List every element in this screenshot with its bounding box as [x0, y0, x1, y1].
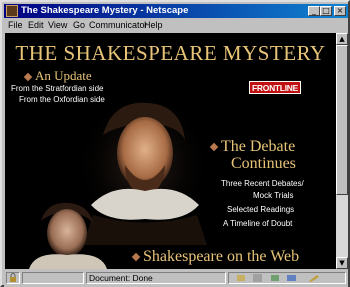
- menu-edit[interactable]: Edit: [28, 20, 44, 30]
- maximize-button[interactable]: □: [320, 6, 332, 16]
- debate-heading[interactable]: The Debate: [209, 138, 331, 155]
- diamond-bullet-icon: [131, 253, 141, 262]
- scroll-up-icon[interactable]: ▲: [336, 33, 348, 45]
- debate-heading-line2[interactable]: Continues: [231, 155, 296, 173]
- update-heading-label: An Update: [35, 68, 92, 83]
- menu-bar: File Edit View Go Communicator Help: [4, 19, 348, 32]
- link-selected-readings[interactable]: Selected Readings: [227, 205, 294, 214]
- window-title: The Shakespeare Mystery - Netscape: [21, 5, 189, 16]
- title-bar[interactable]: The Shakespeare Mystery - Netscape _ □ ×: [4, 4, 348, 18]
- security-lock-icon[interactable]: [6, 272, 20, 284]
- web-heading-label: Shakespeare on the Web: [143, 248, 300, 265]
- page-title: THE SHAKESPEARE MYSTERY: [15, 41, 326, 65]
- link-recent-debates[interactable]: Three Recent Debates/: [221, 179, 304, 188]
- menu-go[interactable]: Go: [73, 20, 85, 30]
- update-heading[interactable]: An Update: [23, 68, 92, 84]
- diamond-bullet-icon: [209, 143, 219, 152]
- minimize-button[interactable]: _: [308, 6, 320, 16]
- composer-icon: [287, 275, 296, 281]
- page-content: THE SHAKESPEARE MYSTERY An Update From t…: [5, 33, 336, 269]
- frontline-logo[interactable]: FRONTLINE: [249, 81, 301, 94]
- oxford-portrait: [29, 202, 107, 269]
- scroll-down-icon[interactable]: ▼: [336, 257, 348, 269]
- close-button[interactable]: ×: [334, 6, 346, 16]
- link-stratfordian[interactable]: From the Stratfordian side: [11, 84, 103, 93]
- web-heading[interactable]: Shakespeare on the Web: [131, 248, 300, 266]
- netscape-icon: [6, 5, 18, 17]
- debate-heading-line1: The Debate: [221, 138, 296, 155]
- menu-communicator[interactable]: Communicator: [89, 20, 148, 30]
- mail-icon: [253, 274, 262, 282]
- vertical-scrollbar[interactable]: ▲ ▼: [336, 33, 348, 269]
- component-bar: [228, 272, 346, 284]
- link-mock-trials[interactable]: Mock Trials: [253, 191, 293, 200]
- scroll-thumb[interactable]: [336, 45, 348, 195]
- status-text: Document: Done: [86, 272, 226, 284]
- diamond-bullet-icon: [23, 72, 33, 82]
- discussion-icon: [271, 275, 279, 281]
- status-bar: Document: Done: [4, 270, 348, 287]
- menu-file[interactable]: File: [8, 20, 23, 30]
- progress-indicator: [22, 272, 84, 284]
- link-timeline-of-doubt[interactable]: A Timeline of Doubt: [223, 219, 292, 228]
- browser-window: The Shakespeare Mystery - Netscape _ □ ×…: [0, 0, 350, 287]
- conference-icon: [309, 275, 319, 282]
- menu-view[interactable]: View: [48, 20, 67, 30]
- navigator-icon: [237, 275, 245, 281]
- menu-help[interactable]: Help: [144, 20, 163, 30]
